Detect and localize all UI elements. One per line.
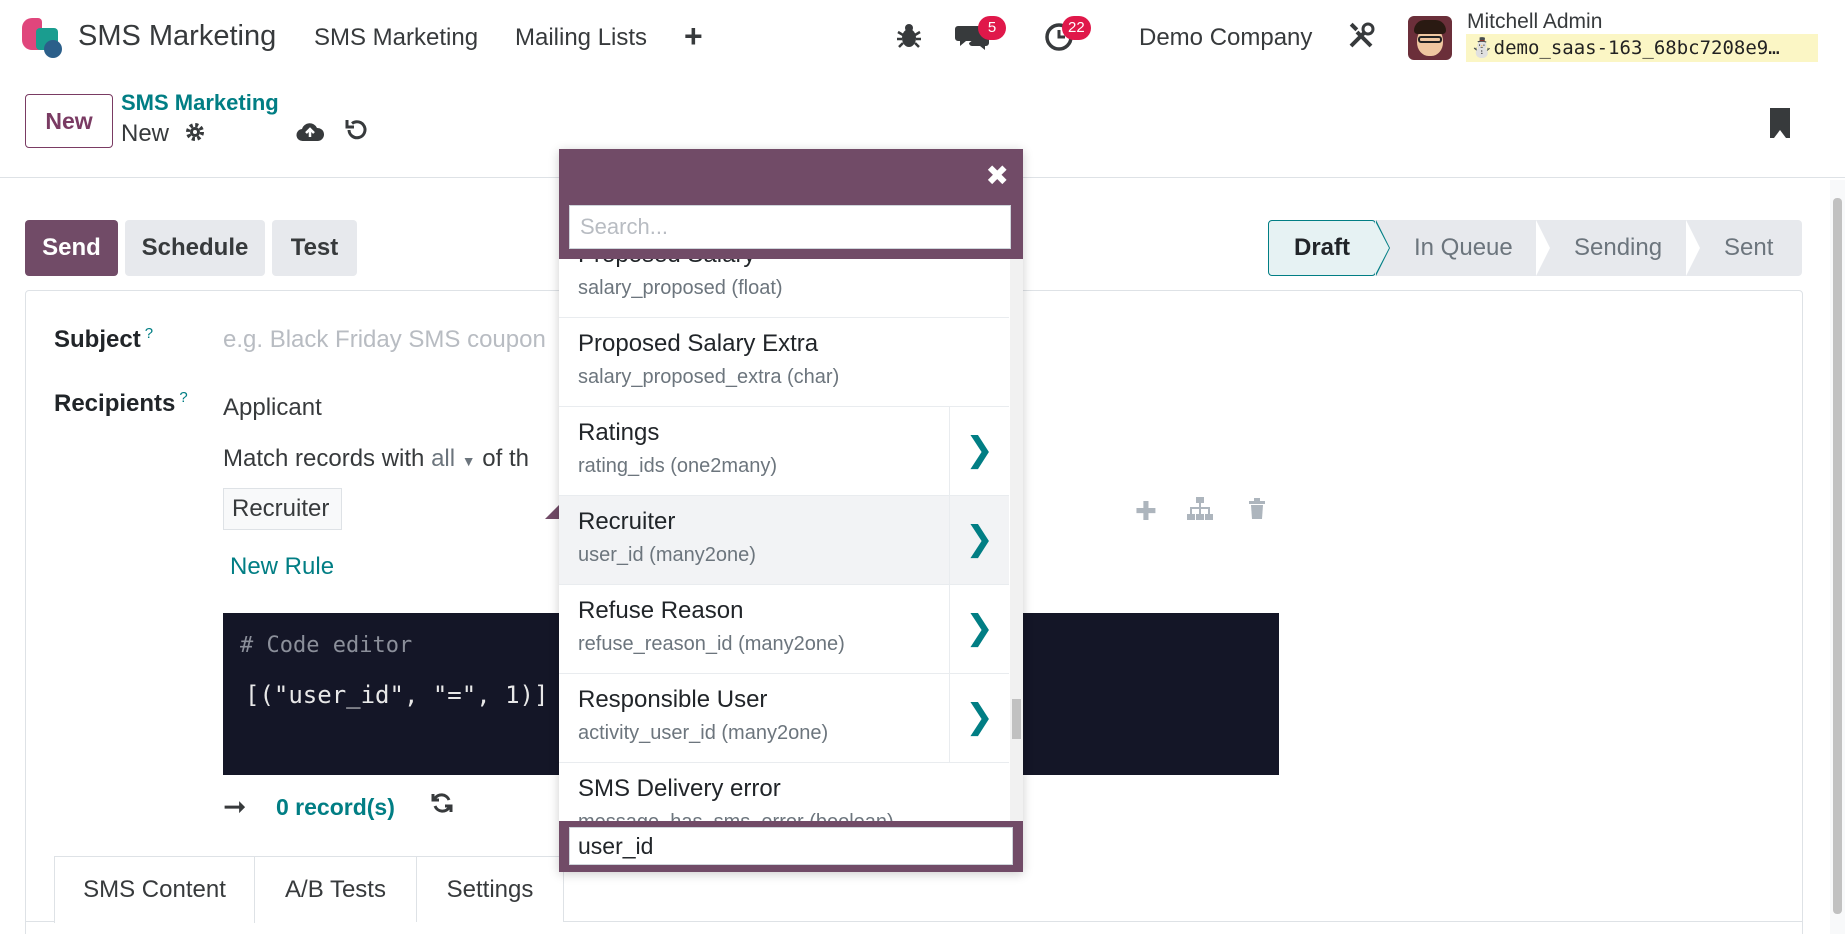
refresh-icon[interactable] (431, 790, 453, 821)
field-item[interactable]: Recruiter user_id (many2one) ❯ (559, 496, 1009, 585)
field-search-input[interactable] (569, 205, 1011, 249)
field-selector-header: ✖ (559, 149, 1023, 259)
subject-label: Subject? (54, 325, 153, 354)
record-actions-gear-icon[interactable] (184, 121, 206, 150)
field-item[interactable]: Responsible User activity_user_id (many2… (559, 674, 1009, 763)
status-bar: Draft In Queue Sending Sent (1268, 220, 1802, 276)
chevron-right-icon[interactable]: ❯ (949, 496, 1009, 585)
app-logo-icon[interactable] (22, 18, 64, 58)
field-item-name: Proposed Salary Extra (578, 330, 819, 357)
chevron-right-icon[interactable]: ❯ (949, 585, 1009, 674)
field-item-technical: message_has_sms_error (boolean) (578, 811, 894, 821)
debug-bug-icon[interactable] (896, 22, 922, 57)
field-item-name: Recruiter (578, 508, 676, 535)
field-item-name: SMS Delivery error (578, 775, 781, 802)
top-navbar: SMS Marketing SMS Marketing Mailing List… (0, 0, 1845, 76)
settings-tools-icon[interactable] (1347, 22, 1375, 57)
database-name: ⛄demo_saas-163_68bc7208e9… (1466, 34, 1818, 62)
breadcrumb-parent[interactable]: SMS Marketing (121, 90, 279, 116)
field-path-input[interactable]: user_id (569, 827, 1013, 865)
database-label: demo_saas-163_68bc7208e9… (1493, 37, 1780, 59)
status-sending[interactable]: Sending (1574, 220, 1662, 276)
page-scrollbar[interactable] (1830, 180, 1845, 934)
field-item[interactable]: Ratings rating_ids (one2many) ❯ (559, 407, 1009, 496)
field-item[interactable]: Refuse Reason refuse_reason_id (many2one… (559, 585, 1009, 674)
new-record-button[interactable]: New (25, 94, 113, 148)
status-separator (1686, 220, 1700, 276)
status-draft[interactable]: Draft (1268, 220, 1376, 276)
code-comment: # Code editor (240, 633, 413, 658)
field-item-technical: rating_ids (one2many) (578, 455, 777, 477)
company-switcher[interactable]: Demo Company (1139, 24, 1312, 52)
field-item[interactable]: Proposed Salary salary_proposed (float) (559, 259, 1009, 318)
field-item-name: Proposed Salary (578, 259, 755, 269)
delete-rule-trash-icon[interactable] (1248, 496, 1266, 527)
field-selector-popover: ✖ Proposed Salary salary_proposed (float… (559, 149, 1023, 872)
subject-input[interactable]: e.g. Black Friday SMS coupon (223, 326, 546, 354)
add-menu-icon[interactable]: + (684, 18, 703, 55)
breadcrumb-current: New (121, 120, 170, 147)
new-rule-link[interactable]: New Rule (230, 553, 334, 581)
field-list[interactable]: Proposed Salary salary_proposed (float) … (559, 259, 1009, 821)
match-mode-value: all (431, 445, 456, 472)
chevron-right-icon[interactable]: ❯ (949, 407, 1009, 496)
match-prefix: Match records with (223, 445, 425, 472)
field-list-scrollbar[interactable] (1010, 259, 1023, 821)
add-rule-plus-icon[interactable]: ✚ (1135, 496, 1157, 527)
field-item-technical: salary_proposed (float) (578, 277, 783, 299)
discard-undo-icon[interactable] (344, 117, 370, 150)
rule-path-field[interactable]: Recruiter (223, 488, 342, 530)
status-separator (1375, 221, 1389, 275)
menu-sms-marketing[interactable]: SMS Marketing (314, 24, 478, 52)
recipients-help-icon[interactable]: ? (179, 389, 187, 406)
field-item-technical: refuse_reason_id (many2one) (578, 633, 845, 655)
status-separator (1536, 220, 1550, 276)
app-title[interactable]: SMS Marketing (78, 20, 276, 53)
field-item[interactable]: Proposed Salary Extra salary_proposed_ex… (559, 318, 1009, 407)
close-icon[interactable]: ✖ (986, 159, 1009, 192)
field-item[interactable]: SMS Delivery error message_has_sms_error… (559, 763, 1009, 821)
subject-label-text: Subject (54, 326, 141, 353)
send-button[interactable]: Send (25, 220, 118, 276)
code-domain-line: [("user_id", "=", 1)] (245, 681, 549, 709)
field-item-technical: salary_proposed_extra (char) (578, 366, 840, 388)
activities-count-badge: 22 (1062, 16, 1091, 40)
bookmark-icon[interactable] (1770, 108, 1790, 138)
status-sent[interactable]: Sent (1724, 220, 1773, 276)
tab-ab-tests[interactable]: A/B Tests (255, 856, 417, 922)
schedule-button[interactable]: Schedule (125, 220, 265, 276)
test-button[interactable]: Test (272, 220, 357, 276)
tab-sms-content[interactable]: SMS Content (54, 856, 255, 923)
menu-mailing-lists[interactable]: Mailing Lists (515, 24, 647, 52)
arrow-right-icon: ➞ (223, 791, 247, 822)
field-item-name: Ratings (578, 419, 660, 446)
recipients-label-text: Recipients (54, 390, 176, 417)
save-cloud-icon[interactable] (296, 119, 325, 150)
database-icon: ⛄ (1470, 37, 1494, 59)
field-item-technical: activity_user_id (many2one) (578, 722, 829, 744)
match-suffix: of th (482, 445, 529, 472)
tab-settings[interactable]: Settings (417, 856, 564, 922)
match-records-line: Match records with all ▼ of th (223, 445, 529, 473)
popover-arrow (545, 505, 559, 519)
field-item-name: Responsible User (578, 686, 768, 713)
add-branch-icon[interactable] (1186, 496, 1214, 529)
caret-down-icon: ▼ (461, 453, 476, 469)
records-count-link[interactable]: 0 record(s) (276, 794, 395, 821)
field-item-name: Refuse Reason (578, 597, 744, 624)
recipients-model[interactable]: Applicant (223, 394, 322, 422)
user-avatar[interactable] (1408, 16, 1452, 60)
match-mode-select[interactable]: all ▼ (431, 445, 476, 472)
field-item-technical: user_id (many2one) (578, 544, 756, 566)
status-in-queue[interactable]: In Queue (1414, 220, 1513, 276)
field-selector-footer: user_id (559, 821, 1023, 872)
user-name[interactable]: Mitchell Admin (1467, 10, 1602, 34)
subject-help-icon[interactable]: ? (145, 325, 153, 342)
messages-count-badge: 5 (978, 16, 1006, 40)
chevron-right-icon[interactable]: ❯ (949, 674, 1009, 763)
recipients-label: Recipients? (54, 389, 188, 418)
